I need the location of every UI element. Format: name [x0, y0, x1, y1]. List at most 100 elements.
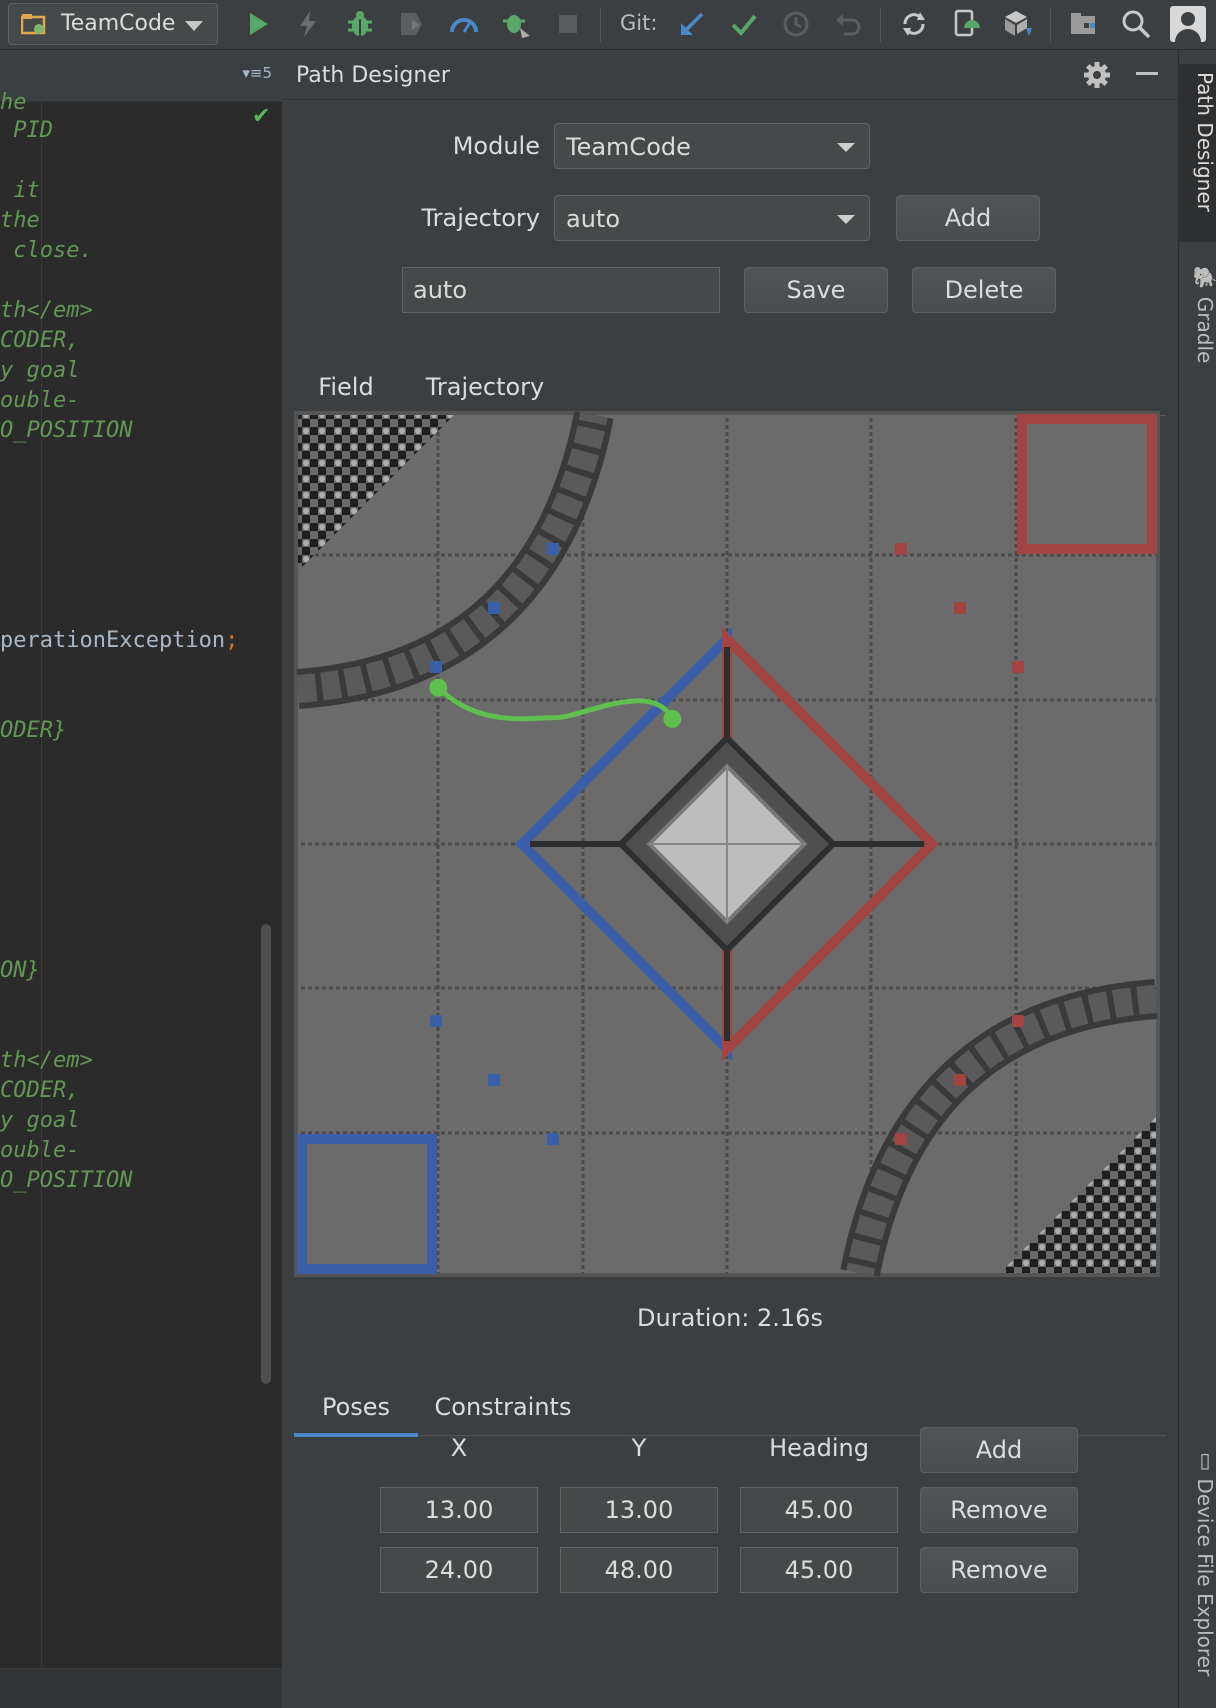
- column-header-heading: Heading: [769, 1434, 869, 1462]
- git-rollback-icon[interactable]: [832, 8, 864, 40]
- run-configuration-label: TeamCode: [61, 11, 176, 36]
- chevron-down-icon: [185, 21, 203, 31]
- editor-status-strip: [0, 1668, 282, 1708]
- side-tab-device-file-explorer[interactable]: ▯ Device File Explorer: [1179, 1440, 1216, 1708]
- module-select[interactable]: TeamCode: [554, 123, 870, 169]
- field-canvas[interactable]: [294, 411, 1160, 1277]
- remove-pose-button[interactable]: Remove: [920, 1547, 1078, 1593]
- project-structure-icon[interactable]: [1068, 8, 1100, 40]
- chevron-down-icon: [837, 215, 855, 224]
- trajectory-name-field[interactable]: [402, 267, 720, 313]
- side-tab-gradle[interactable]: 🐘 Gradle: [1179, 258, 1216, 418]
- pose-marker-end[interactable]: [663, 709, 682, 728]
- search-icon[interactable]: [1120, 8, 1152, 40]
- git-history-icon[interactable]: [780, 8, 812, 40]
- path-designer-panel: Path Designer Module TeamCode Trajectory…: [282, 50, 1178, 1708]
- code-line: ouble-: [0, 388, 80, 413]
- code-editor[interactable]: ▾≡5 ✔ he PID it the close. th</em> CODER…: [0, 50, 282, 1708]
- panel-header: Path Designer: [282, 50, 1178, 100]
- run-with-coverage-icon[interactable]: [396, 8, 428, 40]
- pose-heading-field[interactable]: 45.00: [740, 1487, 898, 1533]
- code-line: th</em>: [0, 298, 93, 323]
- code-line: PID: [0, 118, 53, 143]
- trajectory-label: Trajectory: [421, 204, 541, 232]
- android-module-icon: [21, 14, 46, 35]
- pose-x-field[interactable]: 24.00: [380, 1547, 538, 1593]
- apply-changes-icon[interactable]: [292, 8, 324, 40]
- trajectory-name-input[interactable]: [403, 268, 719, 312]
- field-marker: [547, 1133, 559, 1145]
- code-line: the: [0, 208, 40, 233]
- editor-tab-strip: ▾≡5: [0, 50, 282, 102]
- panel-title: Path Designer: [296, 63, 450, 88]
- toolbar-separator: [880, 8, 881, 42]
- field-marker: [895, 543, 907, 555]
- debug-icon[interactable]: [344, 8, 376, 40]
- field-marker: [954, 1074, 966, 1086]
- side-tab-path-designer[interactable]: Path Designer: [1179, 64, 1216, 242]
- add-trajectory-button[interactable]: Add: [896, 195, 1040, 241]
- field-marker: [488, 1074, 500, 1086]
- pose-y-field[interactable]: 48.00: [560, 1547, 718, 1593]
- tab-constraints[interactable]: Constraints: [428, 1382, 578, 1436]
- toolbar-separator: [600, 8, 601, 42]
- toolbar-separator: [1050, 8, 1051, 42]
- device-icon: ▯: [1193, 1448, 1216, 1472]
- code-line: it: [0, 178, 40, 203]
- run-configuration-selector[interactable]: TeamCode: [8, 3, 218, 45]
- profile-icon[interactable]: [448, 8, 480, 40]
- field-marker: [895, 1133, 907, 1145]
- code-line: he: [0, 90, 27, 115]
- delete-button[interactable]: Delete: [912, 267, 1056, 313]
- gradle-icon: 🐘: [1193, 266, 1216, 291]
- git-label: Git:: [620, 11, 658, 35]
- run-icon[interactable]: [242, 8, 274, 40]
- module-select-value: TeamCode: [566, 133, 691, 161]
- code-line: ouble-: [0, 1138, 80, 1163]
- attach-debugger-icon[interactable]: [500, 8, 532, 40]
- code-line: CODER,: [0, 1078, 80, 1103]
- remove-pose-button[interactable]: Remove: [920, 1487, 1078, 1533]
- minimize-icon[interactable]: [1136, 72, 1158, 75]
- field-marker: [430, 661, 442, 673]
- pose-x-field[interactable]: 13.00: [380, 1487, 538, 1533]
- field-marker: [488, 602, 500, 614]
- code-line: th</em>: [0, 1048, 93, 1073]
- field-marker: [547, 543, 559, 555]
- user-avatar-icon[interactable]: [1170, 6, 1206, 42]
- structure-count[interactable]: ▾≡5: [242, 64, 272, 82]
- trajectory-select[interactable]: auto: [554, 195, 870, 241]
- field-marker: [954, 602, 966, 614]
- column-header-y: Y: [631, 1434, 647, 1462]
- save-button[interactable]: Save: [744, 267, 888, 313]
- sync-project-icon[interactable]: [898, 8, 930, 40]
- field-marker: [1012, 1015, 1024, 1027]
- inspection-ok-icon: ✔: [252, 104, 271, 129]
- tool-window-stripe: Path Designer 🐘 Gradle ▯ Device File Exp…: [1178, 50, 1216, 1708]
- add-pose-button[interactable]: Add: [920, 1427, 1078, 1473]
- tab-trajectory[interactable]: Trajectory: [410, 362, 560, 416]
- avd-manager-icon[interactable]: [950, 8, 982, 40]
- git-commit-icon[interactable]: [728, 8, 760, 40]
- chevron-down-icon: [837, 143, 855, 152]
- editor-scrollbar[interactable]: [261, 924, 271, 1384]
- git-update-icon[interactable]: [676, 8, 708, 40]
- code-line: y goal: [0, 1108, 80, 1133]
- view-tab-bar: Field Trajectory: [294, 362, 1166, 417]
- pose-heading-field[interactable]: 45.00: [740, 1547, 898, 1593]
- pose-marker-start[interactable]: [429, 678, 448, 697]
- code-line: O_POSITION: [0, 418, 133, 443]
- field-view[interactable]: [294, 411, 1160, 1277]
- tab-field[interactable]: Field: [294, 362, 398, 417]
- sdk-manager-icon[interactable]: [1002, 8, 1034, 40]
- stop-icon[interactable]: [552, 8, 584, 40]
- main-toolbar: TeamCode Git:: [0, 0, 1216, 50]
- side-tab-device-file-explorer-label: Device File Explorer: [1193, 1478, 1216, 1677]
- code-line: perationException;: [0, 628, 239, 653]
- tab-poses[interactable]: Poses: [294, 1382, 418, 1437]
- code-line: ODER}: [0, 718, 67, 743]
- pose-y-field[interactable]: 13.00: [560, 1487, 718, 1533]
- code-line: ON}: [0, 958, 40, 983]
- gear-icon[interactable]: [1082, 60, 1112, 90]
- code-line: CODER,: [0, 328, 80, 353]
